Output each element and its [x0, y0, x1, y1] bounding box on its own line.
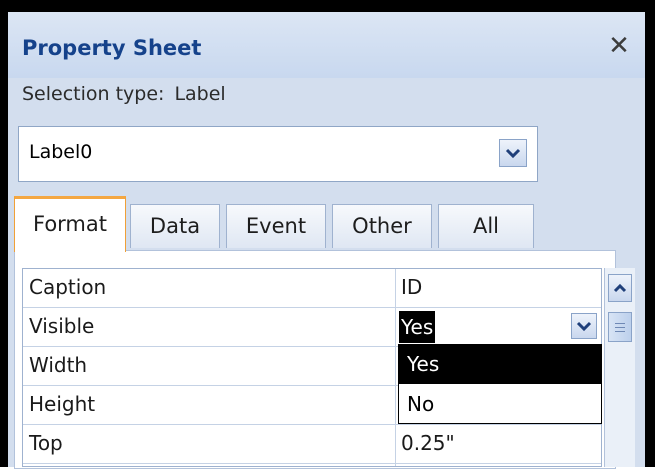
tab-event[interactable]: Event — [226, 204, 326, 248]
property-row-top[interactable]: Top 0.25" — [23, 425, 601, 464]
dropdown-option-no[interactable]: No — [399, 385, 601, 424]
tab-other[interactable]: Other — [332, 204, 432, 248]
chevron-down-icon[interactable] — [499, 139, 527, 167]
chevron-up-icon[interactable] — [608, 274, 632, 302]
property-name: Top — [29, 431, 63, 455]
selection-type-value: Label — [174, 83, 226, 105]
property-name: Caption — [29, 275, 107, 299]
frame-border-right — [645, 0, 655, 467]
object-selector-value: Label0 — [29, 141, 93, 163]
property-row-caption[interactable]: Caption ID — [23, 269, 601, 308]
tab-strip: Format Data Event Other All — [14, 196, 574, 252]
property-name: Width — [29, 353, 88, 377]
chevron-down-icon[interactable] — [571, 313, 597, 339]
scroll-thumb[interactable] — [608, 312, 632, 342]
title-bar: Property Sheet ✕ — [8, 12, 645, 78]
property-name: Height — [29, 392, 96, 416]
selection-type: Selection type: Label — [22, 83, 226, 105]
panel-title: Property Sheet — [22, 36, 202, 60]
frame-border-left — [0, 0, 8, 467]
object-selector[interactable]: Label0 — [18, 126, 538, 182]
tab-format[interactable]: Format — [14, 196, 126, 252]
property-sheet-panel: Property Sheet ✕ Selection type: Label La… — [0, 0, 655, 469]
thumb-grip — [615, 331, 625, 332]
property-name: Visible — [29, 314, 95, 338]
thumb-grip — [615, 323, 625, 324]
thumb-grip — [615, 327, 625, 328]
property-value[interactable]: 0.25" — [401, 431, 455, 455]
tab-data[interactable]: Data — [130, 204, 220, 248]
close-icon[interactable]: ✕ — [607, 33, 631, 59]
vertical-scrollbar[interactable] — [604, 268, 635, 467]
visible-dropdown-list: Yes No — [398, 344, 602, 424]
selection-type-label: Selection type: — [22, 83, 165, 105]
visible-select[interactable]: Yes — [399, 311, 601, 343]
dropdown-option-yes[interactable]: Yes — [399, 345, 601, 384]
tab-all[interactable]: All — [438, 204, 534, 248]
property-value[interactable]: ID — [401, 275, 422, 299]
frame-border-top — [0, 0, 655, 12]
visible-selected-value: Yes — [399, 311, 436, 343]
property-row-visible[interactable]: Visible Yes — [23, 308, 601, 347]
